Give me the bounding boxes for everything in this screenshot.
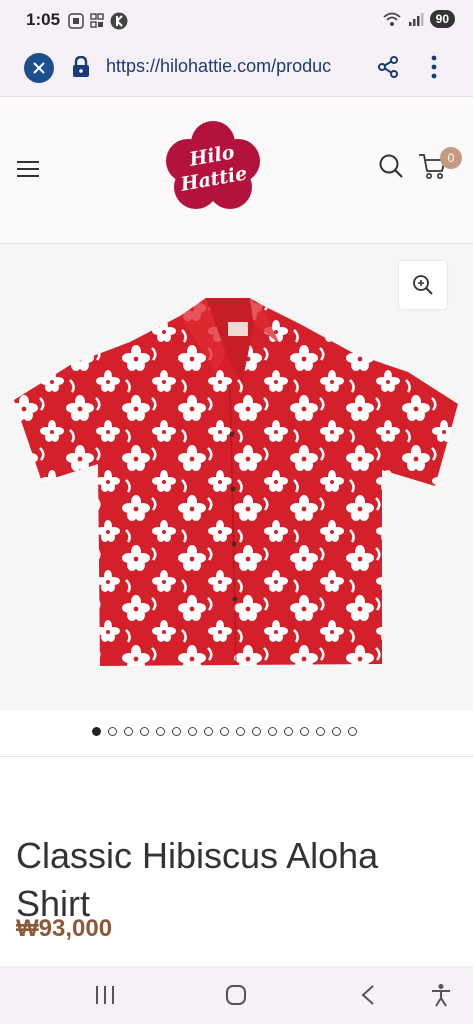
status-icons-right: 90 (382, 10, 455, 28)
gallery-dot[interactable] (252, 727, 261, 736)
wifi-icon (383, 12, 401, 26)
gallery-dot[interactable] (316, 727, 325, 736)
more-vert-icon[interactable] (422, 54, 446, 80)
gallery-dot[interactable] (124, 727, 133, 736)
qr-code-icon (90, 13, 104, 28)
gallery-dot[interactable] (156, 727, 165, 736)
system-nav-bar (0, 966, 473, 1024)
recent-apps-icon[interactable] (94, 985, 116, 1005)
hilo-hattie-logo[interactable]: Hilo Hattie (160, 119, 266, 215)
gallery-dot[interactable] (300, 727, 309, 736)
zoom-in-icon (413, 275, 433, 295)
product-gallery[interactable] (0, 244, 473, 710)
close-tab-button[interactable] (24, 53, 54, 83)
gallery-pagination (0, 710, 473, 757)
status-icons-left (68, 12, 128, 30)
gallery-dot[interactable] (172, 727, 181, 736)
gallery-dot[interactable] (108, 727, 117, 736)
cart-count-badge: 0 (440, 147, 462, 169)
gallery-dot[interactable] (140, 727, 149, 736)
url-text[interactable]: https://hilohattie.com/produc (106, 56, 360, 77)
accessibility-icon[interactable] (430, 983, 452, 1007)
hamburger-menu-icon[interactable] (16, 159, 40, 179)
gallery-dot[interactable] (332, 727, 341, 736)
gallery-dot[interactable] (268, 727, 277, 736)
gallery-dot[interactable] (348, 727, 357, 736)
app-k-icon (110, 12, 128, 30)
gallery-dot[interactable] (284, 727, 293, 736)
search-icon[interactable] (378, 153, 404, 179)
product-image[interactable] (10, 294, 460, 674)
site-header: Hilo Hattie 0 (0, 97, 473, 244)
product-title: Classic Hibiscus Aloha Shirt (16, 835, 379, 925)
signal-icon (408, 13, 424, 26)
status-time: 1:05 (26, 10, 61, 29)
gallery-dot[interactable] (236, 727, 245, 736)
gallery-dot[interactable] (204, 727, 213, 736)
gallery-dots (92, 727, 357, 736)
lock-icon[interactable] (72, 56, 90, 78)
product-price: ₩93,000 (16, 915, 113, 942)
browser-url-bar: https://hilohattie.com/produc (0, 40, 473, 97)
screenshot-icon (68, 13, 84, 29)
status-bar: 1:05 90 (0, 0, 473, 40)
gallery-dot[interactable] (188, 727, 197, 736)
share-icon[interactable] (376, 55, 400, 79)
back-icon[interactable] (360, 984, 376, 1006)
gallery-dot[interactable] (220, 727, 229, 736)
battery-level: 90 (429, 10, 455, 28)
gallery-dot[interactable] (92, 727, 101, 736)
close-icon (33, 62, 45, 74)
home-icon[interactable] (225, 984, 247, 1006)
